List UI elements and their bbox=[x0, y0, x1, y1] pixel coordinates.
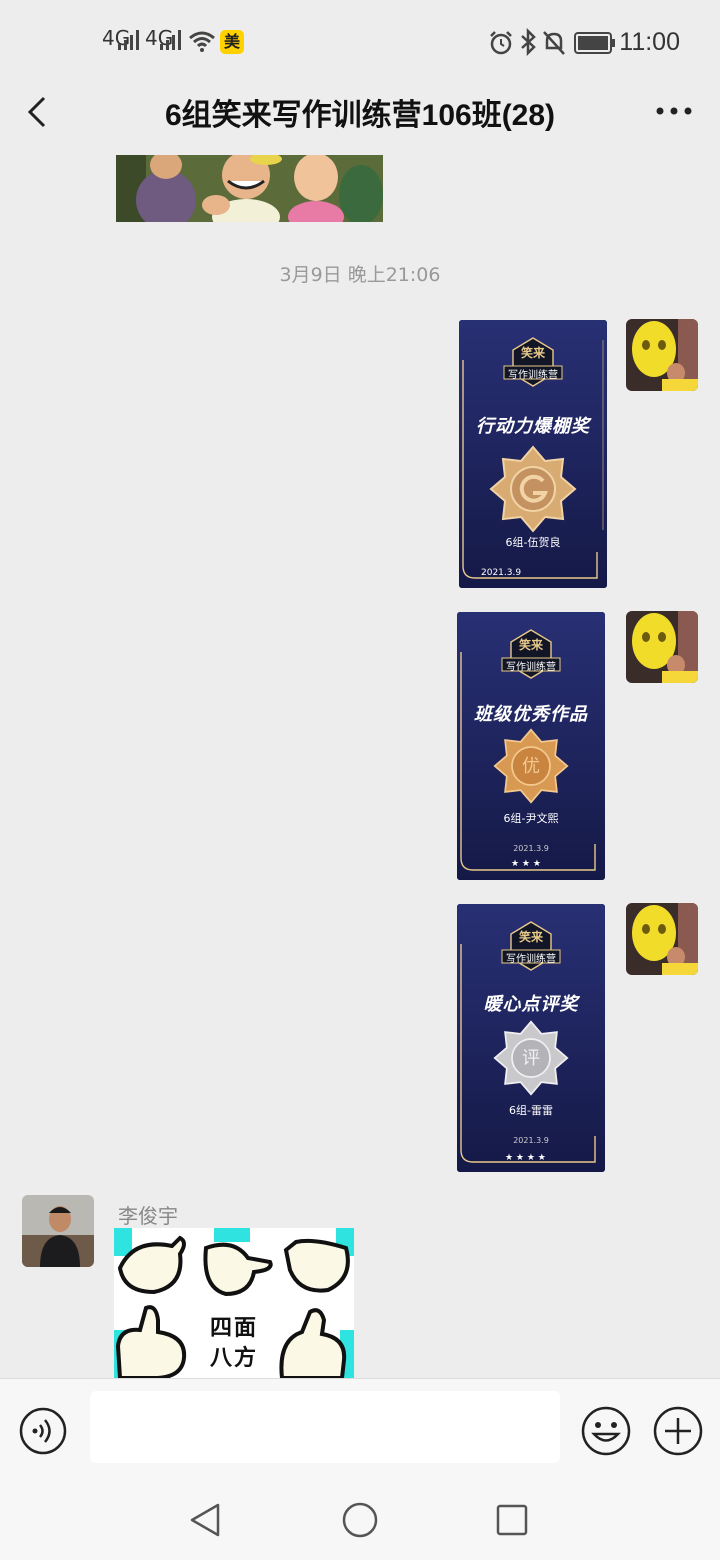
medal-icon bbox=[489, 445, 577, 533]
emoji-icon[interactable] bbox=[580, 1405, 632, 1457]
more-options-icon[interactable] bbox=[654, 96, 694, 126]
logo-mark: 笑来 bbox=[520, 346, 545, 360]
sticker-text-top: 四面 bbox=[209, 1316, 258, 1341]
message-timestamp: 3月9日 晚上21:06 bbox=[279, 264, 441, 286]
meituan-app-icon: 美 bbox=[220, 30, 244, 54]
logo-mark: 笑来 bbox=[518, 930, 543, 944]
sticker-text-bottom: 八方 bbox=[209, 1346, 258, 1371]
voice-input-icon[interactable] bbox=[18, 1406, 68, 1456]
cell-signal-icon bbox=[118, 30, 139, 50]
certificate-image-message[interactable]: 笑来 写作训练营 行动力爆棚奖 6组-伍贺良 2021.3.9 bbox=[459, 320, 607, 588]
my-avatar[interactable] bbox=[626, 319, 698, 391]
sender-name: 李俊宇 bbox=[118, 1204, 178, 1228]
chat-title: 6组笑来写作训练营106班(28) bbox=[164, 99, 556, 132]
add-more-icon[interactable] bbox=[652, 1405, 704, 1457]
home-circle-icon[interactable] bbox=[342, 1502, 378, 1538]
award-title: 行动力爆棚奖 bbox=[476, 416, 590, 437]
logo-mark: 笑来 bbox=[518, 638, 543, 652]
recipient-name: 6组-尹文熙 bbox=[503, 812, 559, 825]
medal-character: 优 bbox=[522, 756, 540, 777]
my-avatar[interactable] bbox=[626, 611, 698, 683]
back-triangle-icon[interactable] bbox=[188, 1502, 224, 1538]
logo-name: 写作训练营 bbox=[508, 370, 558, 381]
alarm-icon bbox=[490, 31, 512, 55]
award-title: 班级优秀作品 bbox=[474, 704, 588, 725]
clock-time: 11:00 bbox=[619, 28, 680, 56]
message-input[interactable] bbox=[90, 1391, 560, 1463]
award-date: 2021.3.9 bbox=[481, 568, 522, 578]
svg-text:★ ★ ★: ★ ★ ★ bbox=[511, 859, 541, 869]
cartoon-image-message[interactable] bbox=[116, 155, 383, 222]
bluetooth-icon bbox=[521, 28, 536, 56]
system-nav-bar bbox=[0, 1480, 720, 1560]
certificate-image-message[interactable]: ★ ★ ★ ★ 笑来 写作训练营 暖心点评奖 评 6组-雷雷 2021.3.9 bbox=[457, 904, 605, 1172]
my-avatar[interactable] bbox=[626, 903, 698, 975]
logo-name: 写作训练营 bbox=[506, 954, 556, 965]
recipient-name: 6组-雷雷 bbox=[509, 1104, 553, 1117]
svg-text:★ ★ ★ ★: ★ ★ ★ ★ bbox=[505, 1153, 546, 1163]
certificate-image-message[interactable]: ★ ★ ★ 笑来 写作训练营 班级优秀作品 优 6组-尹文熙 2021.3.9 bbox=[457, 612, 605, 880]
battery-icon bbox=[574, 32, 615, 54]
mute-bell-icon bbox=[543, 31, 565, 55]
sender-avatar[interactable] bbox=[22, 1195, 94, 1267]
status-bar: 4G 4G 美 11:00 bbox=[0, 0, 720, 80]
award-title: 暖心点评奖 bbox=[483, 994, 579, 1015]
cell-signal-icon-2 bbox=[160, 30, 181, 50]
recents-square-icon[interactable] bbox=[496, 1504, 528, 1536]
medal-character: 评 bbox=[522, 1048, 540, 1069]
wifi-icon bbox=[189, 31, 215, 52]
sticker-image-message[interactable]: 四面 八方 bbox=[114, 1228, 354, 1378]
recipient-name: 6组-伍贺良 bbox=[505, 536, 561, 549]
award-date: 2021.3.9 bbox=[513, 844, 549, 853]
logo-name: 写作训练营 bbox=[506, 662, 556, 673]
award-date: 2021.3.9 bbox=[513, 1136, 549, 1145]
